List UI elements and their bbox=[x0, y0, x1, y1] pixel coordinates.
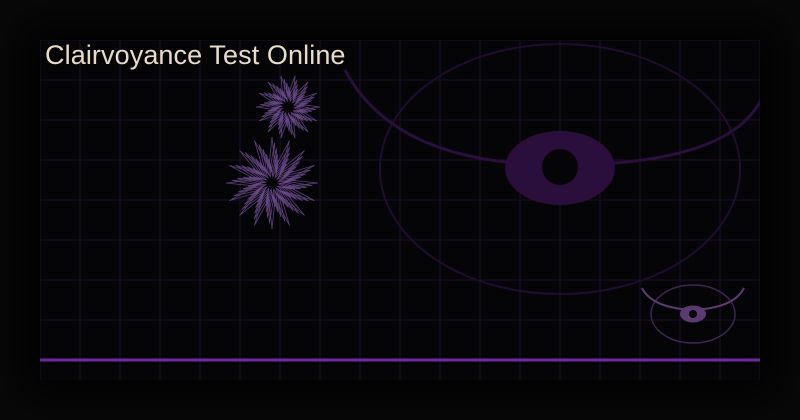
page-title: Clairvoyance Test Online bbox=[45, 40, 346, 70]
page-frame: Clairvoyance Test Online bbox=[0, 0, 800, 420]
large-eye-icon bbox=[343, 43, 760, 295]
grid-lines bbox=[40, 40, 760, 380]
small-eye-icon bbox=[641, 284, 745, 344]
background-canvas bbox=[40, 40, 760, 380]
starburst-icon bbox=[255, 75, 321, 139]
main-panel: Clairvoyance Test Online bbox=[40, 40, 760, 380]
